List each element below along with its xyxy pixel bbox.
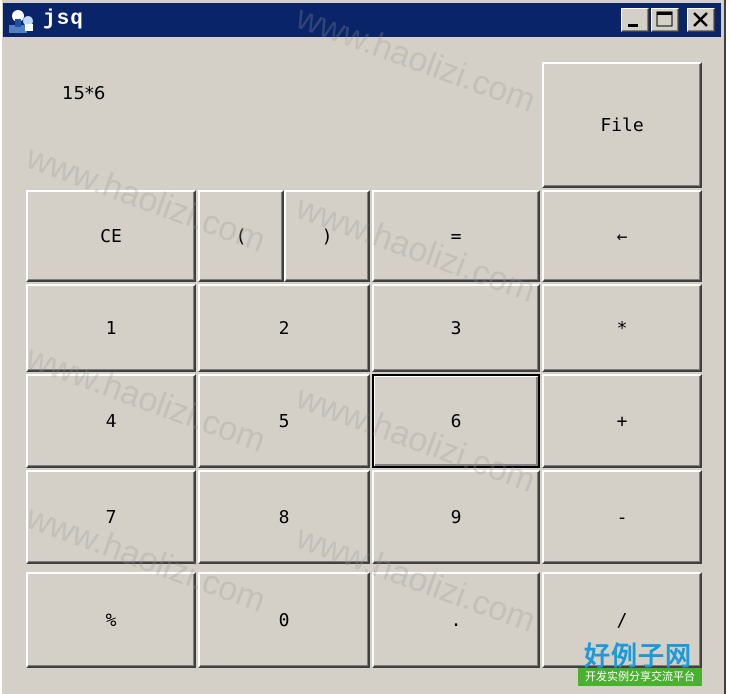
multiply-button[interactable]: * xyxy=(542,284,702,372)
clear-entry-button[interactable]: CE xyxy=(26,190,196,282)
file-button[interactable]: File xyxy=(542,62,702,188)
add-button[interactable]: + xyxy=(542,374,702,468)
logo-subtitle: 开发实例分享交流平台 xyxy=(578,668,702,686)
left-paren-button[interactable]: ( xyxy=(198,190,284,282)
divide-button[interactable]: / xyxy=(542,572,702,668)
digit-7-button[interactable]: 7 xyxy=(26,470,196,564)
maximize-icon xyxy=(656,11,673,27)
minimize-icon xyxy=(628,24,638,27)
digit-3-button[interactable]: 3 xyxy=(372,284,540,372)
digit-1-button[interactable]: 1 xyxy=(26,284,196,372)
decimal-point-button[interactable]: . xyxy=(372,572,540,668)
expression-display: 15*6 xyxy=(62,83,106,104)
title-bar[interactable]: jsq xyxy=(3,3,721,37)
digit-2-button[interactable]: 2 xyxy=(198,284,370,372)
digit-0-button[interactable]: 0 xyxy=(198,572,370,668)
java-app-icon xyxy=(9,10,33,33)
window-title: jsq xyxy=(43,8,84,31)
maximize-button[interactable] xyxy=(651,8,679,32)
digit-4-button[interactable]: 4 xyxy=(26,374,196,468)
right-paren-button[interactable]: ) xyxy=(284,190,370,282)
digit-5-button[interactable]: 5 xyxy=(198,374,370,468)
calculator-window: jsq 15*6 File CE ( ) = ← 1 2 3 * 4 5 6 +… xyxy=(0,0,726,694)
close-button[interactable] xyxy=(687,8,715,32)
close-icon xyxy=(693,12,708,27)
subtract-button[interactable]: - xyxy=(542,470,702,564)
digit-9-button[interactable]: 9 xyxy=(372,470,540,564)
percent-button[interactable]: % xyxy=(26,572,196,668)
backspace-button[interactable]: ← xyxy=(542,190,702,282)
digit-6-button[interactable]: 6 xyxy=(372,374,540,468)
digit-8-button[interactable]: 8 xyxy=(198,470,370,564)
minimize-button[interactable] xyxy=(621,8,649,32)
equals-button[interactable]: = xyxy=(372,190,540,282)
